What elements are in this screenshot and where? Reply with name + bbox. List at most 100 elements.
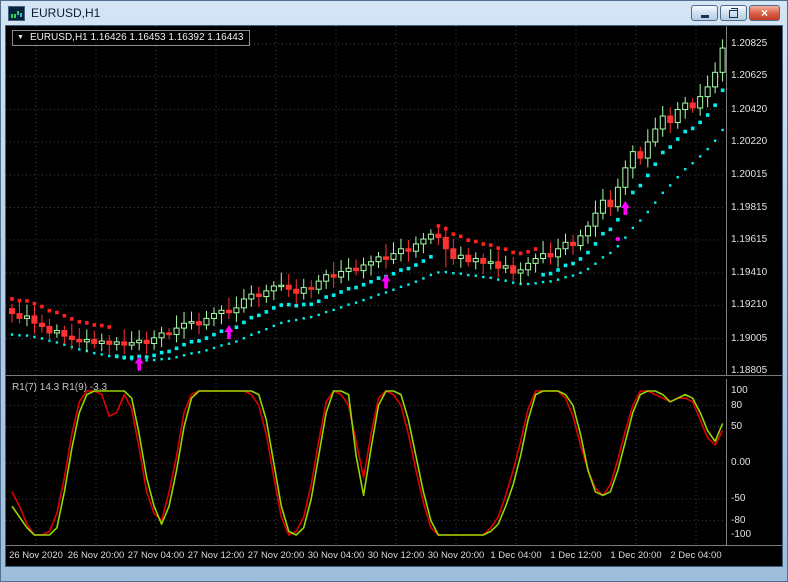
trend-dot [279, 303, 284, 307]
trend-dot [369, 279, 373, 284]
price-axis-label: 1.20825 [731, 38, 768, 49]
trend-dot [190, 352, 193, 355]
time-axis-label: 2 Dec 04:00 [670, 550, 722, 562]
trend-dot [235, 340, 238, 343]
indicator-canvas[interactable] [6, 379, 726, 547]
indicator-axis[interactable]: 100 80 50 0.00 -50 -80 -100 [726, 379, 782, 546]
trend-dot [586, 267, 590, 271]
trend-dot [429, 273, 433, 277]
minimize-button[interactable] [691, 5, 718, 21]
candle-body [315, 280, 322, 290]
trend-dot [473, 239, 478, 244]
trend-dot [676, 176, 679, 179]
trend-dot [601, 256, 605, 259]
trend-dot [85, 321, 89, 325]
trend-dot [549, 280, 552, 283]
candle-body [368, 261, 375, 266]
trend-dot [407, 283, 410, 286]
trend-dot [159, 350, 164, 355]
trend-dot [563, 263, 568, 268]
trend-dot [310, 315, 313, 319]
trend-dot [376, 276, 381, 280]
candle-body [682, 102, 689, 111]
candle-body [547, 253, 554, 258]
trend-dot [706, 147, 709, 151]
trend-dot [653, 162, 658, 167]
trend-dot [564, 276, 567, 279]
trend-dot [437, 271, 440, 274]
trend-dot [257, 313, 261, 318]
candle-body [667, 115, 674, 124]
candle-body [652, 128, 659, 143]
trend-dot [624, 236, 627, 239]
trend-dot [406, 266, 411, 271]
trend-dot [152, 358, 156, 362]
trend-dot [526, 282, 530, 286]
trend-dot [122, 355, 126, 360]
trend-dot [182, 342, 186, 347]
candle-body [61, 330, 68, 337]
candle-body [712, 71, 719, 88]
candle-body [442, 236, 449, 250]
trend-dot [25, 334, 29, 337]
candle-body [584, 225, 591, 237]
trend-dot [220, 344, 223, 347]
minimize-icon [700, 15, 709, 18]
candle-body [98, 340, 105, 344]
trend-dot [40, 304, 44, 309]
symbol-ohlc-label[interactable]: ▼ EURUSD,H1 1.16426 1.16453 1.16392 1.16… [12, 30, 251, 46]
trend-dot [503, 247, 508, 251]
trend-dot [654, 201, 657, 204]
trend-dot [534, 282, 537, 285]
trend-dot [339, 290, 343, 294]
main-chart-canvas[interactable] [6, 26, 726, 378]
trend-dot [346, 286, 351, 291]
trend-dot [705, 113, 710, 117]
time-axis[interactable]: 26 Nov 2020 26 Nov 20:00 27 Nov 04:00 27 No… [6, 545, 782, 566]
time-axis-label: 26 Nov 2020 [9, 550, 63, 562]
trend-dot [444, 270, 448, 274]
titlebar[interactable]: EURUSD,H1 × [5, 1, 783, 25]
candle-body [300, 287, 307, 294]
candle-body [525, 262, 532, 271]
restore-button[interactable] [720, 5, 747, 21]
trend-dot [684, 168, 687, 171]
indicator-axis-label: -80 [731, 514, 746, 526]
candle-body [457, 254, 464, 259]
trend-dot [384, 291, 388, 294]
candle-body [91, 338, 98, 344]
buy-arrow-icon [381, 274, 391, 289]
time-axis-label: 1 Dec 04:00 [490, 550, 542, 562]
close-button[interactable]: × [749, 5, 780, 21]
trend-dot [586, 250, 590, 255]
time-axis-label: 27 Nov 12:00 [187, 550, 245, 562]
price-axis[interactable]: 1.20825 1.20625 1.20420 1.20220 1.20015 1.198… [726, 26, 782, 376]
candle-body [143, 339, 150, 344]
price-axis-label: 1.18805 [731, 365, 768, 376]
candle-body [196, 321, 202, 326]
trend-dot [316, 299, 321, 304]
trend-dot [579, 271, 582, 275]
trend-dot [250, 333, 253, 337]
trend-dot [721, 128, 724, 132]
trend-dot [354, 285, 358, 290]
candle-body [338, 270, 345, 278]
candle-body [622, 167, 629, 188]
collapse-triangle-icon[interactable]: ▼ [17, 34, 24, 41]
trend-dot [668, 145, 673, 149]
trend-dot [608, 227, 613, 232]
candle-body [510, 265, 517, 274]
trend-dot [720, 88, 725, 93]
candle-body [420, 238, 427, 245]
trend-dot [452, 272, 455, 275]
indicator-axis-label: 0.00 [731, 457, 751, 469]
candle-body [607, 199, 614, 208]
trend-dot [145, 359, 148, 362]
time-axis-label: 1 Dec 20:00 [610, 550, 662, 562]
trend-dot [669, 184, 672, 187]
trend-dot [302, 317, 305, 320]
candle-body [480, 257, 487, 264]
trend-dot [533, 247, 538, 251]
indicator-axis-label: 100 [731, 385, 748, 397]
candle-body [255, 293, 262, 298]
